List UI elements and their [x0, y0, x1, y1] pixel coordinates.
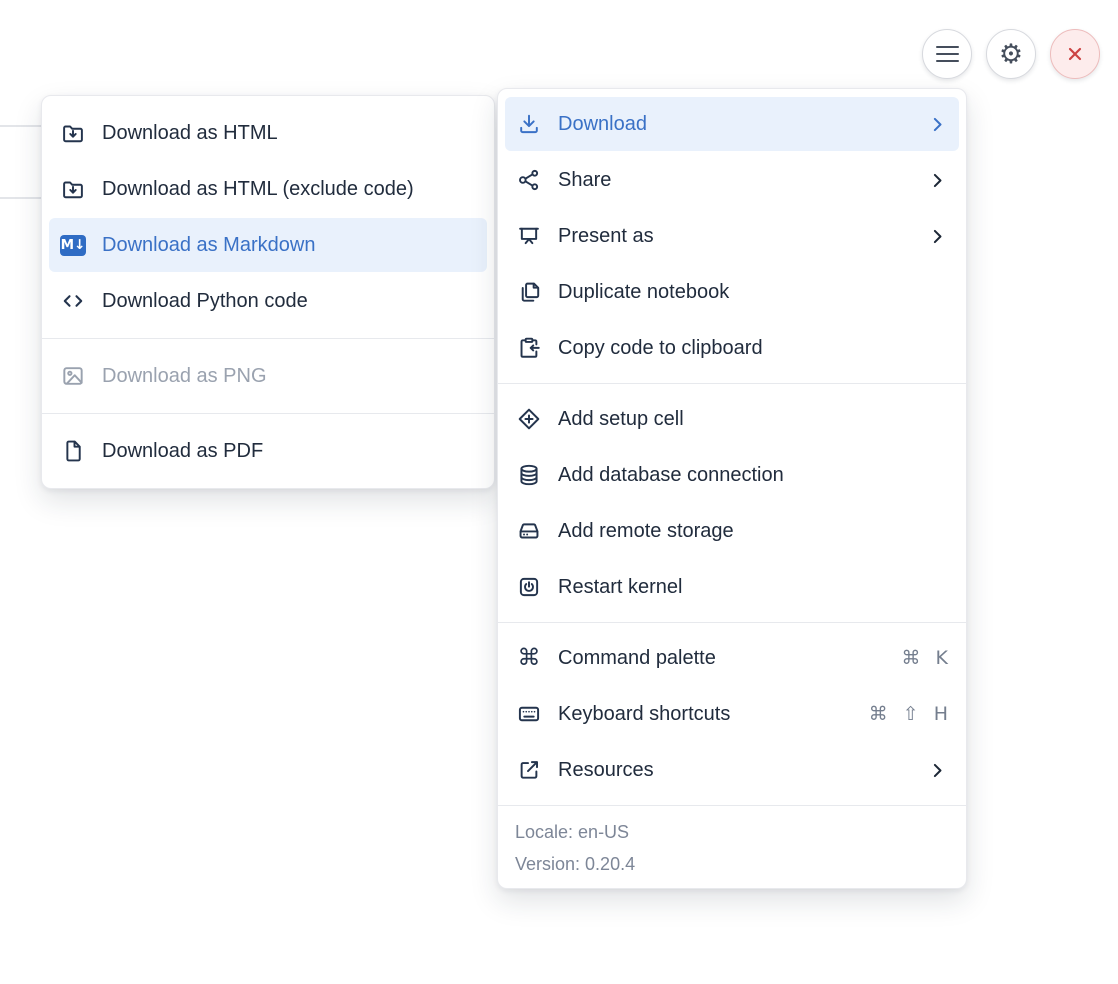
submenu-section-pdf: Download as PDF: [42, 414, 494, 488]
gear-icon: ⚙: [999, 41, 1023, 68]
chevron-right-icon: [927, 170, 948, 191]
menu-item-label: Duplicate notebook: [558, 281, 729, 304]
notebook-menu-panel: Download Share Present as: [497, 88, 967, 889]
submenu-item-download-as-markdown[interactable]: M↓ Download as Markdown: [49, 218, 487, 272]
file-icon: [60, 438, 86, 464]
menu-item-add-database-connection[interactable]: Add database connection: [505, 448, 959, 502]
menu-item-label: Download as HTML (exclude code): [102, 178, 414, 201]
background-rule-line: [0, 125, 45, 127]
submenu-item-download-as-pdf[interactable]: Download as PDF: [49, 424, 487, 478]
diamond-plus-icon: [516, 406, 542, 432]
menu-item-label: Keyboard shortcuts: [558, 703, 730, 726]
close-icon: [1063, 42, 1087, 66]
submenu-section-png: Download as PNG: [42, 339, 494, 413]
menu-item-label: Copy code to clipboard: [558, 337, 763, 360]
menu-section-share: Download Share Present as: [498, 89, 966, 383]
menu-item-label: Download as PNG: [102, 365, 267, 388]
clipboard-arrow-icon: [516, 335, 542, 361]
power-icon: [516, 574, 542, 600]
menu-item-label: Command palette: [558, 647, 716, 670]
menu-item-command-palette[interactable]: ⌘ Command palette ⌘ K: [505, 631, 959, 685]
keyboard-shortcut-hint: ⌘ ⇧ H: [869, 703, 948, 725]
notebook-menu-button[interactable]: [922, 29, 972, 79]
menu-item-restart-kernel[interactable]: Restart kernel: [505, 560, 959, 614]
submenu-item-download-as-html-exclude-code[interactable]: Download as HTML (exclude code): [49, 162, 487, 216]
version-text: Version: 0.20.4: [515, 848, 949, 880]
folder-download-icon: [60, 176, 86, 202]
menu-item-resources[interactable]: Resources: [505, 743, 959, 797]
menu-item-keyboard-shortcuts[interactable]: Keyboard shortcuts ⌘ ⇧ H: [505, 687, 959, 741]
submenu-item-download-python-code[interactable]: Download Python code: [49, 274, 487, 328]
chevron-right-icon: [927, 226, 948, 247]
menu-item-add-setup-cell[interactable]: Add setup cell: [505, 392, 959, 446]
locale-text: Locale: en-US: [515, 816, 949, 848]
menu-item-label: Share: [558, 169, 611, 192]
code-icon: [60, 288, 86, 314]
submenu-item-download-as-html[interactable]: Download as HTML: [49, 106, 487, 160]
keyboard-shortcut-hint: ⌘ K: [902, 647, 949, 669]
menu-footer: Locale: en-US Version: 0.20.4: [498, 805, 966, 888]
menu-section-cells: Add setup cell Add database connection A…: [498, 384, 966, 622]
menu-item-label: Download as PDF: [102, 440, 263, 463]
menu-item-label: Resources: [558, 759, 654, 782]
menu-item-copy-code-to-clipboard[interactable]: Copy code to clipboard: [505, 321, 959, 375]
menu-item-duplicate-notebook[interactable]: Duplicate notebook: [505, 265, 959, 319]
menu-item-label: Add remote storage: [558, 520, 734, 543]
external-link-icon: [516, 757, 542, 783]
menu-item-label: Restart kernel: [558, 576, 683, 599]
keyboard-icon: [516, 701, 542, 727]
menu-item-label: Download: [558, 113, 647, 136]
menu-item-label: Download as Markdown: [102, 234, 315, 257]
markdown-badge-glyph: M↓: [60, 235, 86, 256]
menu-item-label: Download as HTML: [102, 122, 278, 145]
duplicate-icon: [516, 279, 542, 305]
markdown-badge-icon: M↓: [60, 232, 86, 258]
download-submenu-panel: Download as HTML Download as HTML (exclu…: [41, 95, 495, 489]
folder-download-icon: [60, 120, 86, 146]
menu-item-download[interactable]: Download: [505, 97, 959, 151]
submenu-item-download-as-png[interactable]: Download as PNG: [49, 349, 487, 403]
chevron-right-icon: [927, 114, 948, 135]
settings-button[interactable]: ⚙: [986, 29, 1036, 79]
background-rule-line: [0, 197, 45, 199]
menu-item-label: Present as: [558, 225, 654, 248]
chevron-right-icon: [927, 760, 948, 781]
menu-item-add-remote-storage[interactable]: Add remote storage: [505, 504, 959, 558]
menu-item-share[interactable]: Share: [505, 153, 959, 207]
floating-toolbar: ⚙: [922, 29, 1100, 79]
submenu-section-downloads: Download as HTML Download as HTML (exclu…: [42, 96, 494, 338]
presentation-icon: [516, 223, 542, 249]
shutdown-button[interactable]: [1050, 29, 1100, 79]
menu-item-label: Download Python code: [102, 290, 308, 313]
hamburger-icon: [936, 46, 959, 63]
menu-item-label: Add setup cell: [558, 408, 684, 431]
share-network-icon: [516, 167, 542, 193]
menu-item-present-as[interactable]: Present as: [505, 209, 959, 263]
menu-section-help: ⌘ Command palette ⌘ K Keyboard shortcuts…: [498, 623, 966, 805]
database-icon: [516, 462, 542, 488]
hard-drive-icon: [516, 518, 542, 544]
menu-item-label: Add database connection: [558, 464, 784, 487]
command-glyph: ⌘: [518, 647, 541, 670]
download-icon: [516, 111, 542, 137]
command-icon: ⌘: [516, 645, 542, 671]
image-icon: [60, 363, 86, 389]
